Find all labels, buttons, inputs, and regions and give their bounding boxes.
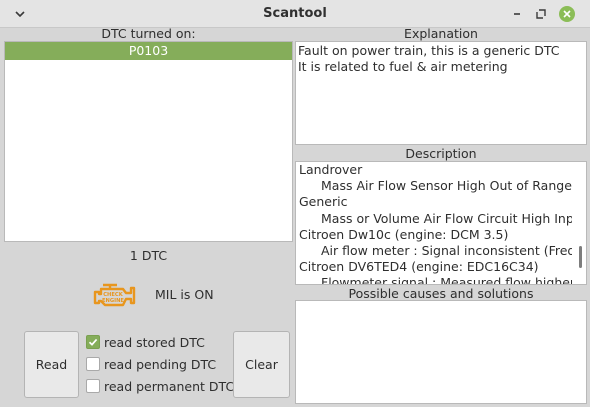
description-text-area[interactable]: Landrover Mass Air Flow Sensor High Out … xyxy=(295,161,587,285)
description-manufacturer: Generic xyxy=(299,194,348,210)
description-header: Description xyxy=(405,146,477,161)
checkbox-unchecked-icon[interactable] xyxy=(86,357,100,371)
causes-header: Possible causes and solutions xyxy=(348,286,534,301)
checkbox-checked-icon[interactable] xyxy=(86,335,100,349)
dtc-list-header: DTC turned on: xyxy=(101,26,196,41)
explanation-header: Explanation xyxy=(404,26,478,41)
window-title: Scantool xyxy=(263,6,327,21)
description-scrollbar[interactable] xyxy=(572,162,586,284)
description-manufacturer: Landrover xyxy=(299,162,363,177)
read-pending-dtc-checkbox[interactable]: read pending DTC xyxy=(86,355,216,373)
read-stored-dtc-checkbox[interactable]: read stored DTC xyxy=(86,333,205,351)
description-manufacturer: Citroen DV6TED4 (engine: EDC16C34) xyxy=(299,259,539,275)
explanation-line: It is related to fuel & air metering xyxy=(298,59,508,74)
mil-status-label: MIL is ON xyxy=(155,287,214,302)
description-manufacturer: Citroen Dw10c (engine: DCM 3.5) xyxy=(299,226,509,242)
description-detail: Flowmeter signal : Measured flow higher … xyxy=(321,275,572,284)
close-icon xyxy=(559,6,575,22)
read-button[interactable]: Read xyxy=(24,331,79,398)
dtc-list-item[interactable]: P0103 xyxy=(5,42,292,60)
dtc-list[interactable]: P0103 xyxy=(4,41,293,242)
causes-text-area[interactable] xyxy=(295,300,587,404)
checkbox-label: read pending DTC xyxy=(104,356,217,372)
check-engine-icon-text-bottom: ENGINE xyxy=(102,298,124,304)
maximize-icon[interactable] xyxy=(531,4,551,24)
read-permanent-dtc-checkbox[interactable]: read permanent DTC xyxy=(86,377,234,395)
checkbox-label: read stored DTC xyxy=(104,334,205,350)
check-engine-icon: CHECK ENGINE xyxy=(93,278,137,310)
description-detail: Mass or Volume Air Flow Circuit High Inp… xyxy=(321,210,572,226)
clear-button[interactable]: Clear xyxy=(233,331,290,398)
description-detail: Air flow meter : Signal inconsistent (Fr… xyxy=(321,243,572,259)
close-button[interactable] xyxy=(557,4,577,24)
title-bar: Scantool xyxy=(0,0,590,28)
dtc-count-label: 1 DTC xyxy=(129,248,168,263)
explanation-line: Fault on power train, this is a generic … xyxy=(298,43,560,58)
description-detail: Mass Air Flow Sensor High Out of Range F… xyxy=(321,178,572,194)
checkbox-unchecked-icon[interactable] xyxy=(86,379,100,393)
scrollbar-thumb[interactable] xyxy=(579,246,582,268)
explanation-text-area[interactable]: Fault on power train, this is a generic … xyxy=(295,41,587,145)
minimize-icon[interactable] xyxy=(507,4,527,24)
checkbox-label: read permanent DTC xyxy=(104,378,235,394)
